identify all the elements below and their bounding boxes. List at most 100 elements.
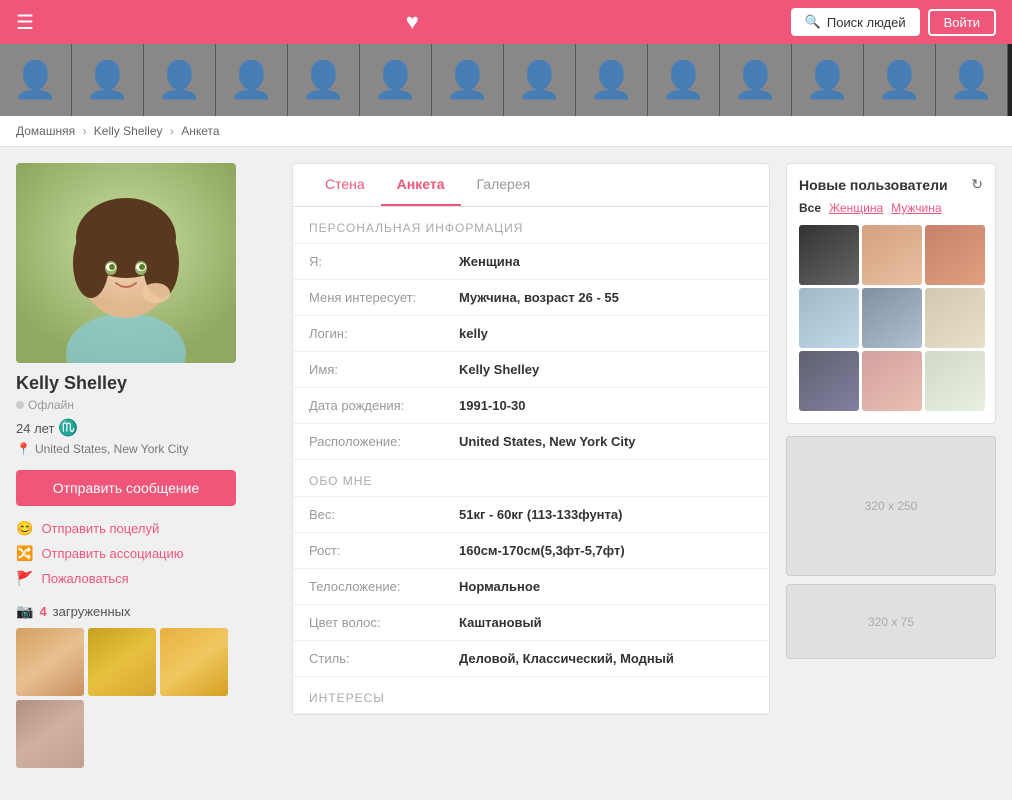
user-thumb-6[interactable] xyxy=(925,288,985,348)
strip-photo-6[interactable]: 👤 xyxy=(360,44,432,116)
user-thumb-2[interactable] xyxy=(862,225,922,285)
person-icon: 👤 xyxy=(517,59,562,101)
photos-header: 📷 4 загруженных xyxy=(16,603,276,620)
tab-gallery[interactable]: Галерея xyxy=(461,164,547,206)
strip-photo-4[interactable]: 👤 xyxy=(216,44,288,116)
location-row: Расположение: United States, New York Ci… xyxy=(293,424,769,460)
person-icon: 👤 xyxy=(877,59,922,101)
name-row: Имя: Kelly Shelley xyxy=(293,352,769,388)
send-association-link[interactable]: 🔀 Отправить ассоциацию xyxy=(16,545,276,562)
breadcrumb-sep-2: › xyxy=(170,124,174,138)
report-link[interactable]: 🚩 Пожаловаться xyxy=(16,570,276,587)
center-content: Стена Анкета Галерея ПЕРСОНАЛЬНАЯ ИНФОРМ… xyxy=(292,163,770,768)
camera-icon: 📷 xyxy=(16,603,33,620)
users-grid xyxy=(799,225,983,411)
person-icon: 👤 xyxy=(589,59,634,101)
user-thumb-3[interactable] xyxy=(925,225,985,285)
main-layout: Kelly Shelley Офлайн 24 лет ♏ 📍 United S… xyxy=(0,147,1012,784)
photos-grid xyxy=(16,628,276,768)
person-icon: 👤 xyxy=(949,59,994,101)
height-row: Рост: 160см-170см(5,3фт-5,7фт) xyxy=(293,533,769,569)
person-icon: 👤 xyxy=(301,59,346,101)
user-status: Офлайн xyxy=(16,398,276,412)
send-message-button[interactable]: Отправить сообщение xyxy=(16,470,236,506)
refresh-icon[interactable]: ↻ xyxy=(971,176,983,193)
user-thumb-1[interactable] xyxy=(799,225,859,285)
person-icon: 👤 xyxy=(13,59,58,101)
profile-tabs: Стена Анкета Галерея xyxy=(293,164,769,207)
search-button[interactable]: 🔍 Поиск людей xyxy=(791,8,920,36)
left-sidebar: Kelly Shelley Офлайн 24 лет ♏ 📍 United S… xyxy=(16,163,276,768)
zodiac-icon: ♏ xyxy=(58,418,78,438)
send-kiss-link[interactable]: 😊 Отправить поцелуй xyxy=(16,520,276,537)
strip-photo-10[interactable]: 👤 xyxy=(648,44,720,116)
weight-row: Вес: 51кг - 60кг (113-133фунта) xyxy=(293,497,769,533)
breadcrumb-user-link[interactable]: Kelly Shelley xyxy=(94,124,163,138)
login-label: Логин: xyxy=(309,326,459,341)
interests-header: ИНТЕРЕСЫ xyxy=(293,677,769,714)
association-icon: 🔀 xyxy=(16,545,33,562)
strip-photo-12[interactable]: 👤 xyxy=(792,44,864,116)
user-thumb-4[interactable] xyxy=(799,288,859,348)
tab-wall[interactable]: Стена xyxy=(309,164,381,206)
weight-label: Вес: xyxy=(309,507,459,522)
body-label: Телосложение: xyxy=(309,579,459,594)
filter-all-tab[interactable]: Все xyxy=(799,201,821,215)
ad-block-small: 320 x 75 xyxy=(786,584,996,659)
hamburger-icon[interactable]: ☰ xyxy=(16,10,34,35)
tab-profile[interactable]: Анкета xyxy=(381,164,461,206)
thumbnail-4[interactable] xyxy=(16,700,84,768)
person-icon: 👤 xyxy=(85,59,130,101)
header-center: ♥ xyxy=(34,9,791,35)
gender-row: Я: Женщина xyxy=(293,244,769,280)
strip-photo-7[interactable]: 👤 xyxy=(432,44,504,116)
profile-photo[interactable] xyxy=(16,163,236,363)
user-thumb-9[interactable] xyxy=(925,351,985,411)
strip-photo-8[interactable]: 👤 xyxy=(504,44,576,116)
photos-section: 📷 4 загруженных xyxy=(16,603,276,768)
strip-photo-11[interactable]: 👤 xyxy=(720,44,792,116)
strip-photo-1[interactable]: 👤 xyxy=(0,44,72,116)
filter-female-tab[interactable]: Женщина xyxy=(829,201,883,215)
person-icon: 👤 xyxy=(373,59,418,101)
new-users-header: Новые пользователи ↻ xyxy=(799,176,983,193)
right-sidebar: Новые пользователи ↻ Все Женщина Мужчина xyxy=(786,163,996,768)
login-value: kelly xyxy=(459,326,488,341)
breadcrumb: Домашняя › Kelly Shelley › Анкета xyxy=(0,116,1012,147)
search-label: Поиск людей xyxy=(827,15,906,30)
user-thumb-5[interactable] xyxy=(862,288,922,348)
birthday-value: 1991-10-30 xyxy=(459,398,526,413)
strip-photo-3[interactable]: 👤 xyxy=(144,44,216,116)
new-users-title: Новые пользователи xyxy=(799,177,948,193)
strip-photo-5[interactable]: 👤 xyxy=(288,44,360,116)
birthday-label: Дата рождения: xyxy=(309,398,459,413)
profile-card: Стена Анкета Галерея ПЕРСОНАЛЬНАЯ ИНФОРМ… xyxy=(292,163,770,715)
filter-male-tab[interactable]: Мужчина xyxy=(891,201,941,215)
user-thumb-8[interactable] xyxy=(862,351,922,411)
person-icon: 👤 xyxy=(229,59,274,101)
new-users-card: Новые пользователи ↻ Все Женщина Мужчина xyxy=(786,163,996,424)
thumbnail-3[interactable] xyxy=(160,628,228,696)
hair-label: Цвет волос: xyxy=(309,615,459,630)
thumbnail-2[interactable] xyxy=(88,628,156,696)
gender-label: Я: xyxy=(309,254,459,269)
thumbnail-1[interactable] xyxy=(16,628,84,696)
kiss-icon: 😊 xyxy=(16,520,33,537)
birthday-row: Дата рождения: 1991-10-30 xyxy=(293,388,769,424)
filter-tabs: Все Женщина Мужчина xyxy=(799,201,983,215)
strip-photo-14[interactable]: 👤 xyxy=(936,44,1008,116)
name-value: Kelly Shelley xyxy=(459,362,539,377)
interested-value: Мужчина, возраст 26 - 55 xyxy=(459,290,619,305)
user-thumb-7[interactable] xyxy=(799,351,859,411)
strip-photo-13[interactable]: 👤 xyxy=(864,44,936,116)
style-row: Стиль: Деловой, Классический, Модный xyxy=(293,641,769,677)
style-label: Стиль: xyxy=(309,651,459,666)
body-value: Нормальное xyxy=(459,579,540,594)
action-links: 😊 Отправить поцелуй 🔀 Отправить ассоциац… xyxy=(16,520,276,587)
login-button[interactable]: Войти xyxy=(928,9,996,36)
strip-photo-2[interactable]: 👤 xyxy=(72,44,144,116)
photo-strip: 👤 👤 👤 👤 👤 👤 👤 👤 👤 👤 👤 👤 👤 👤 xyxy=(0,44,1012,116)
strip-photo-9[interactable]: 👤 xyxy=(576,44,648,116)
user-location: 📍 United States, New York City xyxy=(16,442,276,456)
breadcrumb-home-link[interactable]: Домашняя xyxy=(16,124,75,138)
